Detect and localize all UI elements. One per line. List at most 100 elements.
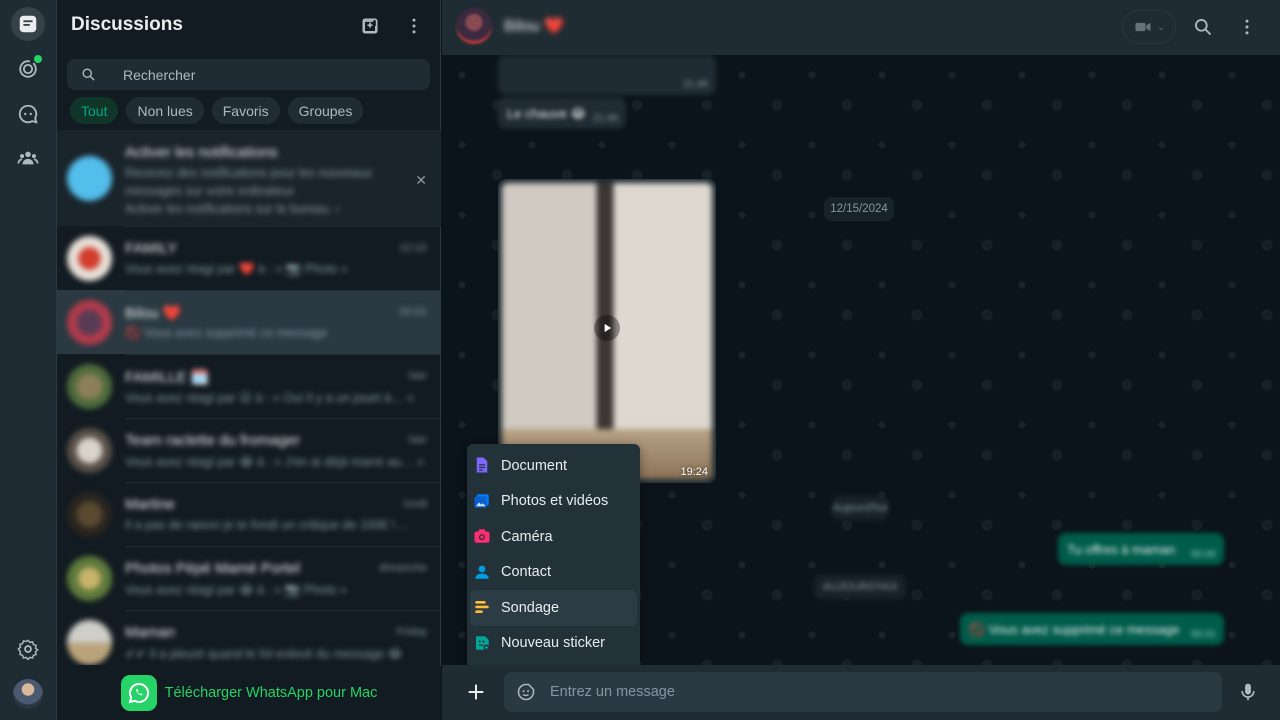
settings-icon[interactable] [11,632,45,666]
menu-item-poll[interactable]: Sondage [470,590,637,626]
filter-chip-favorites[interactable]: Favoris [211,97,280,124]
message-input[interactable] [550,672,1200,712]
filter-chip-unread[interactable]: Non lues [126,97,204,124]
whatsapp-web-app: Discussions Tout Non lues Favoris Groupe… [0,0,1280,720]
chat-time: 12:10 [399,242,427,254]
attach-plus-icon[interactable] [462,678,490,706]
notification-link[interactable]: Activer les notifications sur le bureau.… [125,202,340,216]
filter-chip-all[interactable]: Tout [70,97,119,124]
contact-name[interactable]: Bilou ❤️ [504,16,564,36]
chat-time: 00:01 [399,306,427,318]
close-icon[interactable]: ✕ [415,172,427,189]
menu-item-camera[interactable]: Caméra [467,519,640,555]
profile-avatar[interactable] [13,679,43,709]
notification-line: Recevez des notifications pour les nouve… [125,166,373,180]
video-call-button[interactable]: ⌄ [1122,10,1176,44]
chat-preview: Vous avez réagi par ❤️ à : « 📷 Photo » [125,262,348,276]
chat-preview: Vous avez réagi par 😮 à : « Ouï il y a u… [125,391,414,405]
menu-item-label: Caméra [501,528,553,545]
message-text: 🚫 Vous avez supprimé ce message [969,622,1180,637]
message-text: Tu offres à maman [1067,542,1176,557]
message-text: Le chauve 😂 [507,106,586,121]
chat-row-selected[interactable]: Bilou ❤️ 🚫 Vous avez supprimé ce message… [57,290,441,354]
search-icon [82,68,95,81]
filter-chips: Tout Non lues Favoris Groupes [70,97,364,124]
notification-bell-icon [67,155,112,201]
channels-icon[interactable] [11,97,45,131]
outgoing-message: Tu offres à maman 00:00 [1058,533,1224,565]
search-icon[interactable] [1191,15,1215,39]
date-separator: 12/15/2024 [824,197,894,221]
menu-item-label: Contact [501,564,551,581]
chat-row[interactable]: FAMILY Vous avez réagi par ❤️ à : « 📷 Ph… [57,226,441,290]
contact-avatar[interactable] [456,8,492,44]
menu-kebab-icon[interactable] [1235,15,1259,39]
menu-kebab-icon[interactable] [402,14,426,38]
message-bubble: Le chauve 😂 21:48 [498,97,626,129]
notification-line: messages sur votre ordinateur. [125,184,297,198]
chat-name: Maman [125,624,176,641]
chat-row[interactable]: Maman ✔✔ Il a pleuré quand le fol enlevé… [57,610,441,665]
download-mac-banner[interactable]: Télécharger WhatsApp pour Mac [57,666,441,720]
menu-item-photos-videos[interactable]: Photos et vidéos [467,484,640,520]
chat-time: hier [408,434,427,446]
outgoing-message: 🚫 Vous avez supprimé ce message 00:01 [960,613,1224,645]
status-icon[interactable] [11,52,45,86]
avatar [67,363,112,409]
chat-row[interactable]: Martine Il a pas de raison je te fondi u… [57,482,441,546]
date-separator: Aujourd'hui [832,496,888,520]
chat-preview: Il a pas de raison je te fondi un critiq… [125,518,408,532]
message-bubble: 21:48 [498,55,716,95]
emoji-sticker-icon[interactable] [516,682,536,702]
avatar [67,555,112,601]
video-time: 19:24 [680,466,708,478]
whatsapp-logo-icon [120,675,157,711]
communities-icon[interactable] [11,141,45,175]
notification-title: Activer les notifications [125,144,278,161]
menu-item-label: Nouveau sticker [501,635,605,652]
video-message[interactable]: 19:24 [498,179,716,483]
avatar [67,427,112,473]
chats-icon[interactable] [11,7,45,41]
chat-name: Martine [125,496,176,513]
new-chat-icon[interactable] [358,14,382,38]
search-input[interactable] [123,59,413,90]
poll-icon [473,598,491,616]
chat-list-title: Discussions [71,14,183,35]
chat-preview: Vous avez réagi par 😂 à : « J'en ai déjà… [125,455,425,469]
chat-preview: Vous avez réagi par 😂 à : « 📷 Photo » [125,583,347,597]
photos-icon [473,492,491,510]
download-label: Télécharger WhatsApp pour Mac [164,685,378,701]
menu-item-label: Document [501,457,568,474]
chat-time: dimanche [379,562,427,574]
chat-preview: 🚫 Vous avez supprimé ce message [125,326,328,340]
chat-time: Friday [396,626,427,638]
chat-name: Photos Pépé Mamé Portel [125,560,301,577]
menu-item-document[interactable]: Document [467,448,640,484]
chat-row[interactable]: FAMILLE 🗓️ Vous avez réagi par 😮 à : « O… [57,354,441,418]
message-composer [442,665,1280,720]
chat-row[interactable]: Photos Pépé Mamé Portel Vous avez réagi … [57,546,441,610]
message-time: 00:01 [1190,629,1216,640]
conversation-header: Bilou ❤️ ⌄ [442,0,1280,55]
avatar [67,619,112,665]
chat-name: FAMILLE 🗓️ [125,369,210,386]
play-icon[interactable] [594,315,620,341]
sticker-icon [473,634,491,652]
chat-time: lundi [403,498,427,510]
filter-chip-groups[interactable]: Groupes [287,97,364,124]
menu-item-contact[interactable]: Contact [467,555,640,591]
status-unread-dot [34,55,42,63]
avatar [67,299,112,345]
date-separator: AUJOURD'HUI [814,575,906,599]
notification-banner[interactable]: Activer les notifications Recevez des no… [57,130,441,226]
avatar [67,235,112,281]
contact-icon [473,563,491,581]
chat-row[interactable]: Team raclette du fromager Vous avez réag… [57,418,441,482]
message-area: 21:48 Le chauve 😂 21:48 12/15/2024 19:24… [442,55,1280,665]
video-camera-icon [1135,22,1151,32]
chat-list-panel: Discussions Tout Non lues Favoris Groupe… [57,0,441,720]
menu-item-new-sticker[interactable]: Nouveau sticker [467,626,640,662]
message-input-box [504,672,1222,712]
microphone-icon[interactable] [1236,679,1260,705]
